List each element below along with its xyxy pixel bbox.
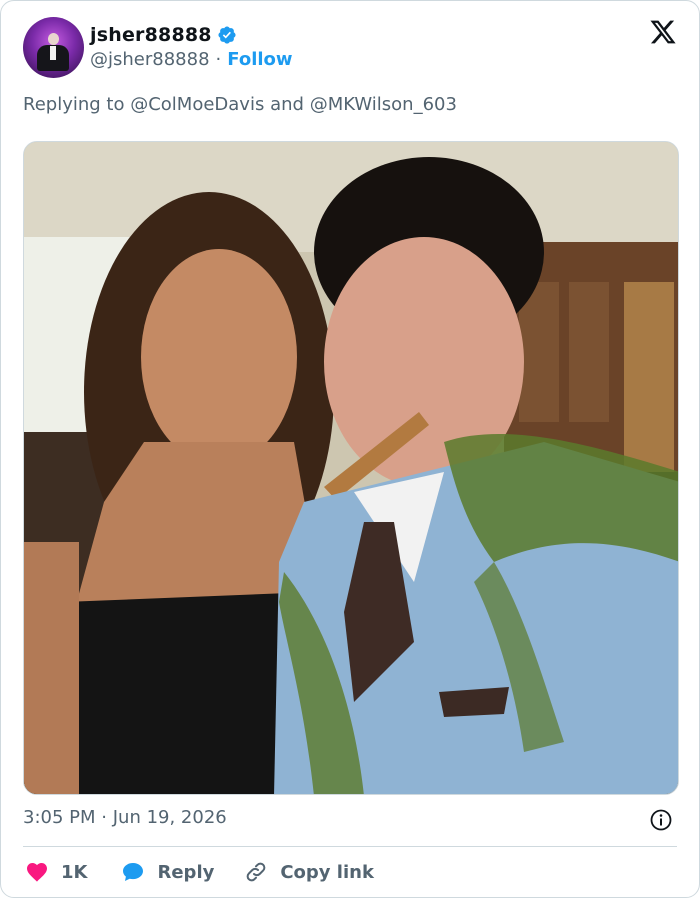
actions-divider bbox=[23, 846, 677, 847]
embedded-post-card: jsher88888 @jsher88888 · Follow Replying… bbox=[0, 0, 700, 898]
avatar-figure-head bbox=[48, 33, 59, 45]
timestamp-separator: · bbox=[101, 807, 107, 828]
post-actions-bar: 1K Reply Copy link bbox=[25, 857, 374, 887]
replying-to-prefix: Replying to bbox=[23, 94, 125, 115]
post-timestamp[interactable]: 3:05 PM · Jun 19, 2026 bbox=[23, 807, 227, 828]
author-display-name[interactable]: jsher88888 bbox=[90, 24, 212, 46]
link-icon bbox=[246, 862, 266, 882]
replying-to-conjunction: and bbox=[270, 94, 304, 115]
author-handle[interactable]: @jsher88888 bbox=[90, 49, 210, 70]
handle-separator: · bbox=[215, 49, 222, 70]
like-count: 1K bbox=[61, 861, 88, 883]
post-date: Jun 19, 2026 bbox=[112, 807, 227, 828]
author-avatar[interactable] bbox=[23, 17, 84, 78]
speech-bubble-icon bbox=[123, 863, 144, 881]
like-button[interactable]: 1K bbox=[25, 860, 87, 884]
copy-link-button[interactable]: Copy link bbox=[244, 860, 374, 884]
post-time: 3:05 PM bbox=[23, 807, 96, 828]
x-logo-icon[interactable] bbox=[649, 18, 677, 46]
verified-badge-icon bbox=[218, 26, 236, 44]
author-handle-row: @jsher88888 · Follow bbox=[90, 49, 293, 70]
reply-button[interactable]: Reply bbox=[121, 860, 214, 884]
reply-mention-2[interactable]: @MKWilson_603 bbox=[310, 94, 457, 115]
post-photo-illustration bbox=[24, 142, 678, 794]
reply-label: Reply bbox=[157, 861, 215, 883]
post-photo[interactable] bbox=[23, 141, 679, 795]
follow-button[interactable]: Follow bbox=[227, 49, 292, 70]
avatar-figure-shirt bbox=[50, 46, 56, 60]
reply-mention-1[interactable]: @ColMoeDavis bbox=[130, 94, 264, 115]
replying-to-line: Replying to @ColMoeDavis and @MKWilson_6… bbox=[23, 94, 457, 115]
info-icon[interactable] bbox=[649, 808, 673, 832]
heart-icon bbox=[27, 863, 47, 882]
copy-link-label: Copy link bbox=[280, 861, 374, 883]
author-name-row: jsher88888 bbox=[90, 22, 237, 48]
